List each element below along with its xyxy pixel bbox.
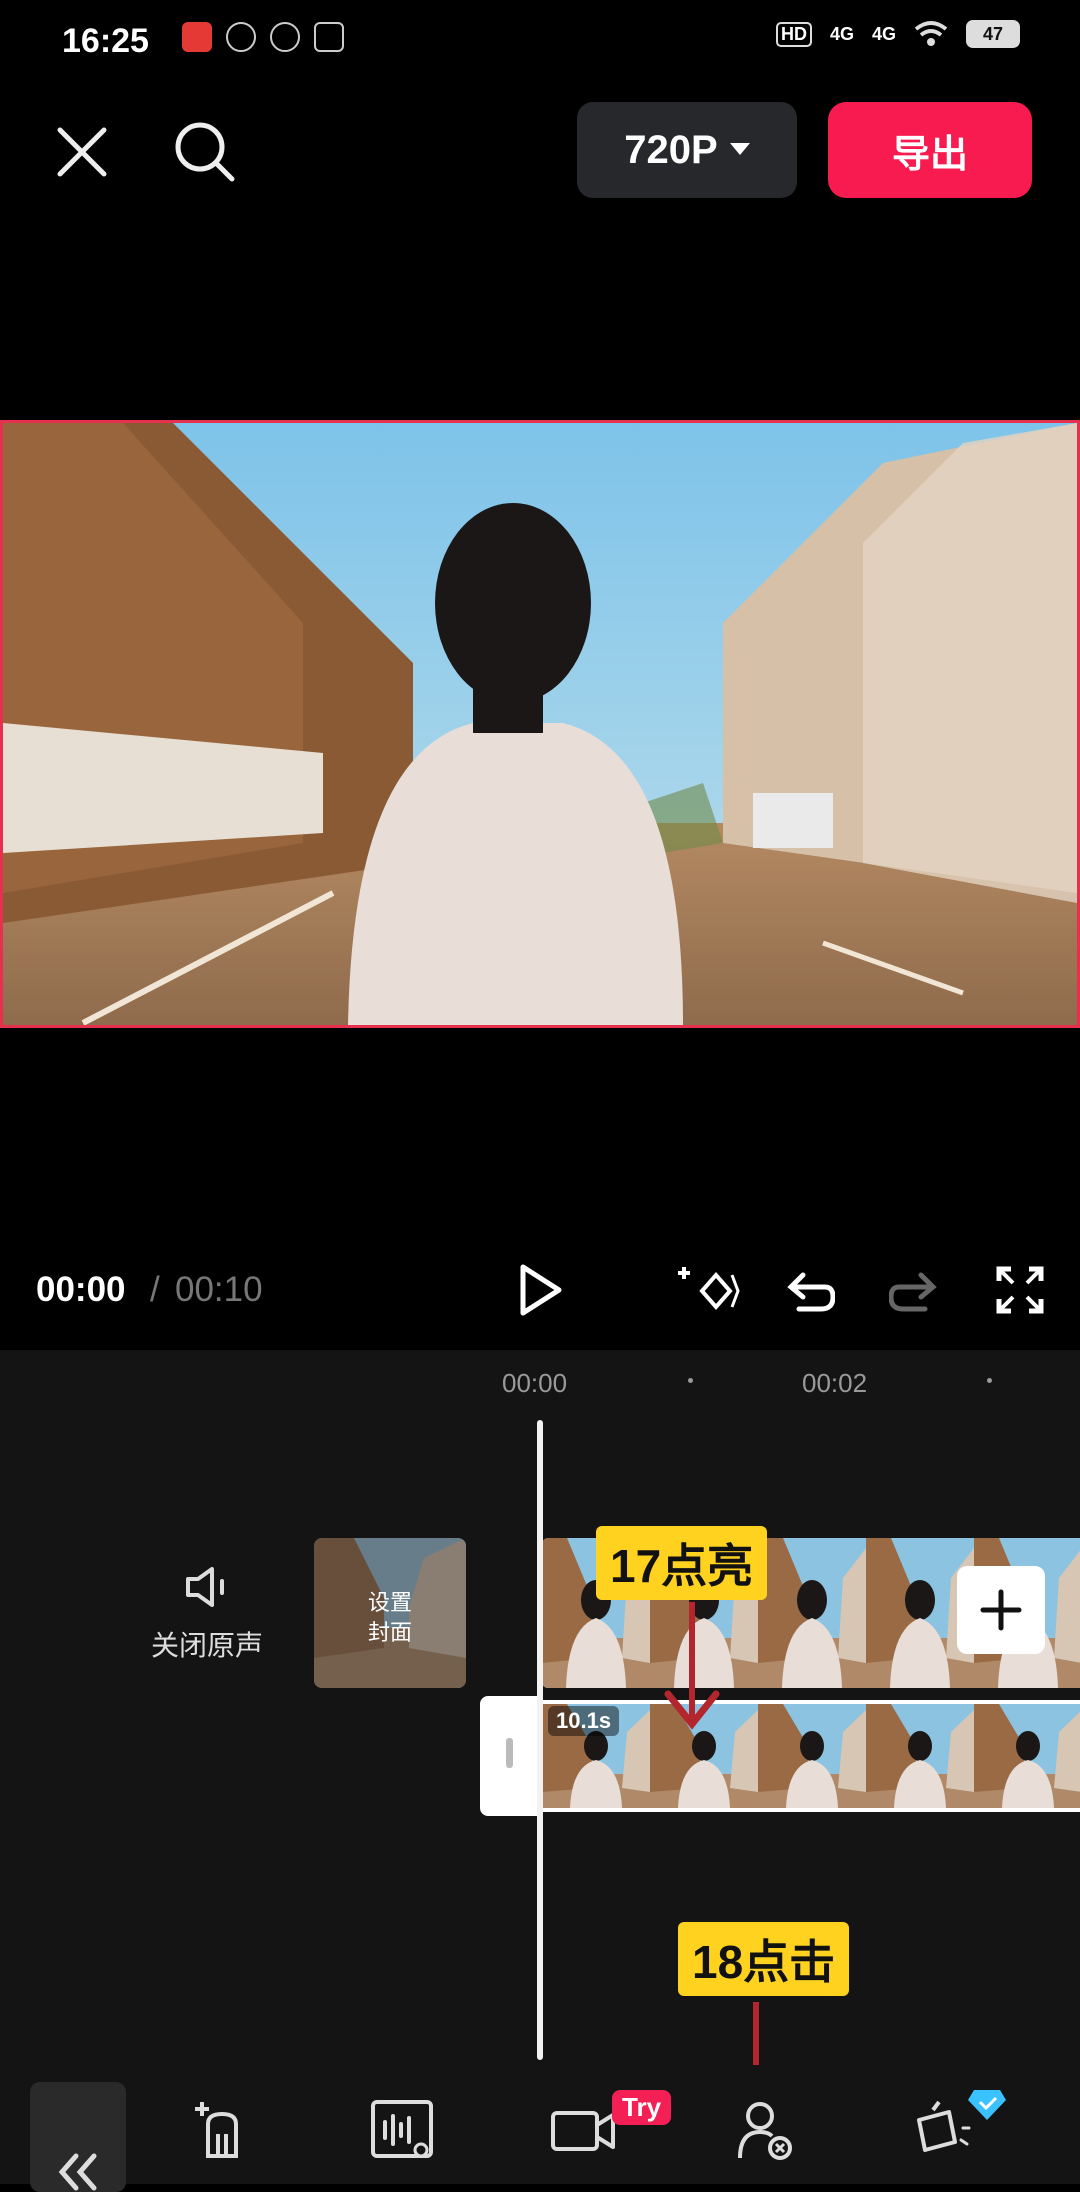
ruler-label-1: 00:02 — [802, 1368, 868, 1398]
diamond-premium-icon — [968, 2090, 1006, 2120]
undo-icon — [787, 1272, 835, 1312]
play-icon — [520, 1264, 562, 1316]
preview-frame — [3, 423, 1077, 1025]
signal-2: 4G — [871, 23, 896, 44]
cover-label-line1: 设置 — [367, 1590, 412, 1615]
try-badge: Try — [612, 2090, 672, 2125]
video-preview[interactable] — [0, 420, 1080, 1028]
close-button[interactable] — [42, 112, 122, 192]
fullscreen-icon — [996, 1266, 1044, 1314]
mute-label: 关闭原声 — [150, 1630, 263, 1661]
keyframe-icon — [678, 1267, 740, 1311]
waveform-scissors-icon — [371, 2100, 433, 2158]
clip-thumbnails-selected — [542, 1704, 1080, 1808]
signal-1: 4G — [829, 23, 854, 44]
battery-indicator: 47 — [966, 20, 1020, 48]
wifi-icon — [914, 21, 948, 46]
search-icon — [175, 122, 235, 182]
video-clip-selected[interactable] — [542, 1700, 1080, 1812]
redo-button[interactable] — [874, 1250, 954, 1330]
video-camera-icon — [551, 2111, 615, 2151]
time-separator: / — [150, 1270, 160, 1309]
mute-original-audio-button[interactable]: 关闭原声 — [142, 1565, 272, 1664]
play-button[interactable] — [500, 1250, 580, 1330]
redo-icon — [889, 1272, 937, 1312]
annotation-step-18: 18点击 — [678, 1922, 850, 1996]
status-time: 16:25 — [62, 22, 149, 60]
magic-text-icon — [195, 2102, 238, 2158]
notification-icons — [182, 22, 344, 52]
search-button[interactable] — [165, 112, 245, 192]
cover-label-line2: 封面 — [367, 1620, 412, 1645]
close-icon — [57, 127, 107, 177]
resolution-label: 720P — [624, 127, 718, 172]
tool-smart-cutout[interactable] — [716, 2082, 812, 2178]
export-button[interactable]: 导出 — [828, 102, 1032, 198]
resolution-selector[interactable]: 720P — [577, 102, 797, 198]
playhead[interactable] — [537, 1420, 543, 2060]
wechat-icon — [226, 22, 256, 52]
tool-auto-caption[interactable] — [174, 2082, 270, 2178]
add-clip-button[interactable] — [957, 1566, 1045, 1654]
news-icon — [314, 22, 344, 52]
speaker-icon — [186, 1567, 224, 1607]
hd-icon: HD — [775, 21, 812, 47]
handle-grip — [506, 1738, 513, 1768]
set-cover-button[interactable]: 设置 封面 — [314, 1538, 466, 1688]
double-chevron-left-icon — [58, 2153, 97, 2191]
ruler-label-0: 00:00 — [502, 1368, 568, 1398]
annotation-arrow-17 — [664, 1602, 720, 1730]
app-icon — [270, 22, 300, 52]
annotation-step-17: 17点亮 — [596, 1526, 768, 1600]
add-keyframe-button[interactable] — [668, 1250, 748, 1330]
total-time: 00:10 — [175, 1270, 263, 1309]
clip-trim-handle[interactable] — [480, 1696, 540, 1816]
fullscreen-button[interactable] — [980, 1250, 1060, 1330]
ruler-tick — [987, 1378, 992, 1383]
undo-button[interactable] — [770, 1250, 850, 1330]
person-cutout-icon — [738, 2102, 792, 2160]
status-right: HD 4G 4G 47 — [775, 20, 1020, 48]
plus-icon — [980, 1589, 1022, 1631]
current-time: 00:00 — [36, 1270, 126, 1309]
collapse-toolbar-button[interactable] — [30, 2082, 126, 2192]
caret-down-icon — [729, 143, 750, 155]
app-notification-icon — [182, 22, 212, 52]
ruler-tick — [688, 1378, 693, 1383]
tool-audio-cut[interactable] — [354, 2082, 450, 2178]
clip-duration-badge: 10.1s — [548, 1706, 620, 1736]
